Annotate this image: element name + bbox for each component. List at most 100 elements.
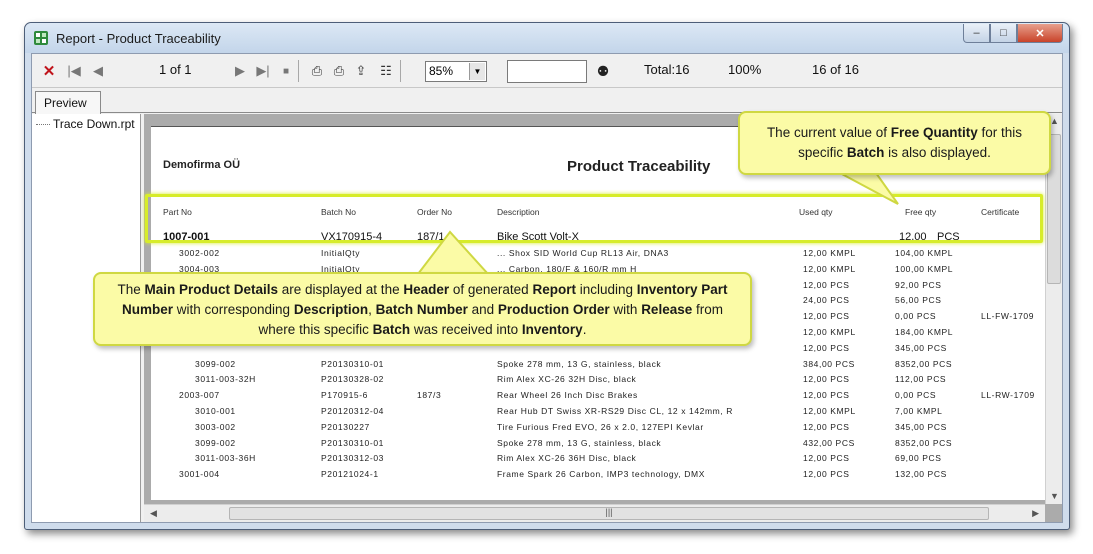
callout-emphasis: Main Product Details (144, 282, 278, 297)
cell-used: 12,00 PCS (803, 311, 850, 322)
close-button[interactable]: ✕ (1017, 24, 1063, 43)
table-row: 3003-002 P20130227 Tire Furious Fred EVO, … (151, 420, 1056, 436)
cell-used: 12,00 PCS (803, 421, 850, 432)
callout-emphasis: Batch Number (375, 302, 468, 317)
next-page-icon[interactable]: ▶ (231, 62, 249, 80)
scroll-up-icon[interactable]: ▲ (1050, 116, 1059, 126)
cell-desc: Tire Furious Fred EVO, 26 x 2.0, 127EPI … (497, 421, 704, 432)
cell-batch: P20130310-01 (321, 358, 384, 369)
maximize-button[interactable]: □ (990, 24, 1017, 43)
report-title: Product Traceability (567, 158, 711, 175)
main-details-highlight (145, 194, 1043, 243)
free-qty-callout: The current value of Free Quantity for t… (738, 111, 1051, 175)
cell-free: 7,00 KMPL (895, 406, 943, 416)
zoom-value: 85% (429, 64, 454, 78)
callout-emphasis: Release (641, 302, 693, 317)
header-callout: The Main Product Details are displayed a… (93, 272, 752, 346)
callout-emphasis: Batch (372, 322, 411, 337)
table-row: 3010-001 P20120312-04 Rear Hub DT Swiss XR… (151, 404, 1056, 420)
close-report-icon[interactable]: ✕ (40, 62, 58, 80)
cell-free: 8352,00 PCS (895, 358, 953, 369)
tree-line-icon (36, 124, 50, 126)
scroll-left-icon[interactable]: ◀ (150, 508, 157, 519)
cell-free: 345,00 PCS (895, 421, 947, 432)
cell-desc: Rim Alex XC-26 32H Disc, black (497, 374, 637, 385)
horizontal-scroll-thumb[interactable]: ||| (229, 507, 989, 520)
callout-pointer-icon (840, 171, 899, 205)
export-icon[interactable]: ⇪ (352, 62, 370, 80)
close-icon: ✕ (1035, 27, 1045, 40)
callout-emphasis: Production Order (497, 302, 610, 317)
callout-emphasis: Inventory (521, 322, 583, 337)
cell-free: 132,00 PCS (895, 469, 947, 480)
table-row: 3011-003-36H P20130312-03 Rim Alex XC-26 3… (151, 451, 1056, 467)
record-count: 16 of 16 (812, 62, 859, 77)
callout-emphasis: Batch (846, 145, 885, 160)
scroll-down-icon[interactable]: ▼ (1050, 491, 1059, 501)
cell-batch: P20130227 (321, 421, 370, 432)
cell-used: 12,00 PCS (803, 390, 850, 401)
previous-page-icon[interactable]: ◀ (89, 62, 107, 80)
tree-item-trace-down[interactable]: Trace Down.rpt (36, 117, 135, 131)
table-row: 3001-004 P20121024-1 Frame Spark 26 Carbon… (151, 467, 1056, 483)
binoculars-icon[interactable]: ⚉ (594, 62, 612, 80)
cell-cert: LL-FW-1709 (981, 311, 1035, 322)
stop-icon[interactable]: ■ (277, 62, 295, 80)
horizontal-scrollbar[interactable]: ◀ ||| ▶ (144, 504, 1045, 522)
minimize-icon: – (973, 27, 980, 39)
callout-text: . (582, 322, 587, 337)
cell-used: 12,00 KMPL (803, 248, 856, 258)
percent-read: 100% (728, 62, 762, 77)
zoom-select[interactable]: 85% ▼ (425, 61, 487, 82)
cell-free: 0,00 PCS (895, 311, 937, 322)
cell-used: 12,00 PCS (803, 469, 850, 480)
chevron-down-icon[interactable]: ▼ (469, 63, 485, 80)
cell-part: 2003-007 (179, 390, 220, 401)
cell-used: 12,00 PCS (803, 279, 850, 290)
company-name: Demofirma OÜ (163, 159, 241, 171)
cell-used: 12,00 KMPL (803, 263, 856, 274)
callout-emphasis: Report (532, 282, 576, 297)
cell-free: 184,00 KMPL (895, 327, 954, 337)
title-bar: Report - Product Traceability – □ ✕ (25, 23, 1069, 53)
tab-preview[interactable]: Preview (35, 91, 101, 114)
scroll-right-icon[interactable]: ▶ (1032, 508, 1039, 519)
cell-part: 3099-002 (195, 437, 236, 448)
callout-emphasis: Free Quantity (890, 125, 978, 140)
tree-item-label: Trace Down.rpt (53, 117, 135, 131)
search-input[interactable] (507, 60, 587, 83)
callout-text: was received into (410, 322, 522, 337)
first-page-icon[interactable]: |◀ (65, 62, 83, 80)
cell-batch: P20120312-04 (321, 406, 384, 416)
cell-part: 3002-002 (179, 248, 220, 258)
last-page-icon[interactable]: ▶| (254, 62, 272, 80)
table-row: 3002-002 InitialQty ... Shox SID World Cup… (151, 246, 1056, 262)
table-row: 3011-003-32H P20130328-02 Rim Alex XC-26 3… (151, 372, 1056, 388)
cell-free: 100,00 KMPL (895, 263, 954, 274)
maximize-icon: □ (1000, 27, 1007, 39)
callout-text: with (609, 302, 642, 317)
cell-part: 3001-004 (179, 469, 220, 480)
cell-desc: Rear Wheel 26 Inch Disc Brakes (497, 390, 638, 401)
callout-text: is also displayed. (884, 145, 991, 160)
total-count: Total:16 (644, 62, 690, 77)
print-icon[interactable]: ⎙ (308, 62, 326, 80)
callout-text: are displayed at the (278, 282, 404, 297)
minimize-button[interactable]: – (963, 24, 990, 43)
cell-cert: LL-RW-1709 (981, 390, 1035, 401)
cell-part: 3010-001 (195, 406, 236, 416)
cell-free: 0,00 PCS (895, 390, 937, 401)
cell-desc: Spoke 278 mm, 13 G, stainless, black (497, 437, 662, 448)
cell-free: 112,00 PCS (895, 374, 947, 385)
cell-desc: Frame Spark 26 Carbon, IMP3 technology, … (497, 469, 705, 480)
cell-used: 432,00 PCS (803, 437, 855, 448)
cell-desc: Spoke 278 mm, 13 G, stainless, black (497, 358, 662, 369)
print-setup-icon[interactable]: ⎙ (330, 62, 348, 80)
cell-batch: InitialQty (321, 248, 361, 258)
cell-part: 3003-002 (195, 421, 236, 432)
callout-emphasis: Description (293, 302, 369, 317)
cell-batch: P20130310-01 (321, 437, 384, 448)
callout-text: of generated (449, 282, 533, 297)
callout-emphasis: Header (403, 282, 450, 297)
group-tree-icon[interactable]: ☷ (377, 62, 395, 80)
